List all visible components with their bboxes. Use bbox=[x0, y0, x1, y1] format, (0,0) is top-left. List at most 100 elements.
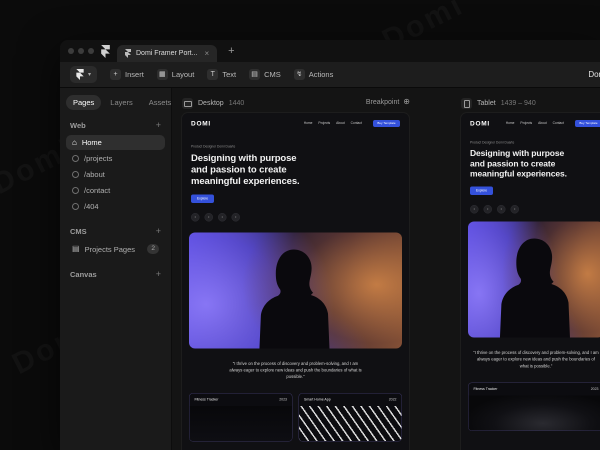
toolbar-cms-button[interactable]: ▤ CMS bbox=[249, 69, 281, 80]
hero-image bbox=[468, 221, 600, 338]
sidebar-item-projects[interactable]: /projects bbox=[66, 151, 165, 166]
nav-link-about[interactable]: About bbox=[538, 122, 547, 126]
window-minimize-button[interactable] bbox=[78, 48, 84, 54]
hero-heading: Designing with purpose and passion to cr… bbox=[191, 153, 300, 187]
social-icon[interactable]: • bbox=[470, 205, 479, 214]
browser-tab[interactable]: Domi Framer Port... × bbox=[117, 45, 218, 62]
section-canvas: Canvas + bbox=[66, 268, 165, 283]
add-collection-icon[interactable]: + bbox=[156, 227, 161, 236]
breakpoint-control[interactable]: Breakpoint ⊕ bbox=[366, 98, 410, 106]
tablet-preview-frame[interactable]: DOMI Home Projects About Contact Buy Tem… bbox=[461, 113, 600, 450]
nav-link-home[interactable]: Home bbox=[506, 122, 515, 126]
explore-button[interactable]: Explore bbox=[191, 194, 215, 203]
social-icon[interactable]: • bbox=[218, 212, 227, 222]
window-close-button[interactable] bbox=[68, 48, 74, 54]
person-silhouette bbox=[499, 238, 570, 338]
projects-row: Fitness Tracker 2023 bbox=[468, 382, 600, 431]
frame-size: 1439 – 940 bbox=[500, 100, 536, 107]
project-title: Fitness Tracker bbox=[194, 398, 219, 402]
desktop-icon bbox=[182, 98, 193, 109]
explore-button[interactable]: Explore bbox=[470, 186, 494, 196]
section-header: Canvas + bbox=[66, 268, 165, 283]
page-label: /projects bbox=[84, 154, 113, 163]
page-label: /contact bbox=[84, 186, 111, 195]
project-year: 2023 bbox=[590, 387, 599, 391]
tab-pages[interactable]: Pages bbox=[66, 95, 102, 110]
browser-tab-bar: Domi Framer Port... × + bbox=[60, 40, 600, 62]
social-icon[interactable]: • bbox=[204, 212, 213, 222]
insert-icon: + bbox=[110, 69, 122, 80]
project-title: Fitness Tracker bbox=[473, 387, 498, 391]
frame-size: 1440 bbox=[228, 100, 245, 107]
nav-link-home[interactable]: Home bbox=[304, 122, 313, 126]
section-cms: CMS + ▤ Projects Pages 2 bbox=[66, 225, 165, 257]
social-links: • • • • bbox=[191, 212, 400, 222]
project-year: 2022 bbox=[388, 398, 397, 402]
testimonial-quote: “I thrive on the process of discovery an… bbox=[473, 350, 599, 369]
page-label: /404 bbox=[84, 202, 99, 211]
sidebar-item-projects-pages[interactable]: ▤ Projects Pages 2 bbox=[66, 241, 165, 257]
count-badge: 2 bbox=[147, 244, 159, 254]
toolbar-layout-button[interactable]: ▦ Layout bbox=[156, 69, 194, 80]
social-icon[interactable]: • bbox=[191, 212, 200, 222]
close-tab-icon[interactable]: × bbox=[204, 49, 209, 58]
tablet-frame-label[interactable]: Tablet 1439 – 940 bbox=[461, 98, 536, 109]
tab-layers[interactable]: Layers bbox=[103, 95, 140, 110]
nav-link-contact[interactable]: Contact bbox=[351, 122, 362, 126]
toolbar-actions-button[interactable]: ↯ Actions bbox=[293, 69, 333, 80]
desktop-frame-label[interactable]: Desktop 1440 bbox=[182, 98, 244, 109]
buy-template-button[interactable]: Buy Template bbox=[574, 119, 600, 127]
nav-link-projects[interactable]: Projects bbox=[318, 122, 330, 126]
add-breakpoint-icon[interactable]: ⊕ bbox=[403, 98, 410, 106]
new-tab-button[interactable]: + bbox=[228, 45, 234, 57]
project-year: 2023 bbox=[279, 398, 287, 402]
section-header: Web + bbox=[66, 119, 165, 134]
hero-section: Product Designer Domi Duarte Designing w… bbox=[461, 141, 600, 214]
social-icon[interactable]: • bbox=[497, 205, 506, 214]
toolbar-text-button[interactable]: T Text bbox=[207, 69, 236, 80]
social-icon[interactable]: • bbox=[510, 205, 519, 214]
desktop-preview-frame[interactable]: DOMI Home Projects About Contact Buy Tem… bbox=[182, 113, 409, 450]
project-thumbnail bbox=[299, 406, 402, 442]
add-page-icon[interactable]: + bbox=[156, 121, 161, 130]
hero-heading: Designing with purpose and passion to cr… bbox=[470, 148, 567, 179]
cms-icon: ▤ bbox=[249, 69, 261, 80]
window-zoom-button[interactable] bbox=[88, 48, 94, 54]
text-icon: T bbox=[207, 69, 219, 80]
buy-template-button[interactable]: Buy Template bbox=[372, 119, 400, 127]
site-nav: Home Projects About Contact Buy Template bbox=[304, 119, 400, 127]
section-title: Canvas bbox=[70, 270, 97, 279]
sidebar-item-home[interactable]: ⌂ Home bbox=[66, 135, 165, 150]
sidebar-item-about[interactable]: /about bbox=[66, 167, 165, 182]
projects-row: Fitness Tracker 2023 Smart Home App 2022 bbox=[189, 393, 402, 442]
project-card-fitness-tracker[interactable]: Fitness Tracker 2023 bbox=[189, 393, 293, 442]
sidebar-item-404[interactable]: /404 bbox=[66, 199, 165, 214]
collection-icon: ▤ bbox=[72, 244, 80, 253]
canvas-area[interactable]: Desktop 1440 Breakpoint ⊕ Tablet 1439 – … bbox=[172, 88, 600, 450]
toolbar-label: Insert bbox=[125, 70, 144, 79]
nav-link-about[interactable]: About bbox=[336, 122, 345, 126]
add-canvas-icon[interactable]: + bbox=[156, 270, 161, 279]
social-icon[interactable]: • bbox=[231, 212, 240, 222]
project-card-smart-home-app[interactable]: Smart Home App 2022 bbox=[298, 393, 402, 442]
screenshot-root: Domi Domi Domi Domi Domi Domi Domi Frame… bbox=[0, 0, 600, 450]
home-icon: ⌂ bbox=[72, 137, 77, 147]
toolbar-insert-button[interactable]: + Insert bbox=[110, 69, 144, 80]
breakpoint-label: Breakpoint bbox=[365, 98, 400, 106]
nav-link-projects[interactable]: Projects bbox=[520, 122, 532, 126]
hero-kicker: Product Designer Domi Duarte bbox=[470, 141, 515, 145]
project-card-fitness-tracker[interactable]: Fitness Tracker 2023 bbox=[468, 382, 600, 431]
framer-logo-icon bbox=[101, 44, 110, 58]
framer-menu-button[interactable]: ▾ bbox=[70, 66, 98, 83]
framer-logo-icon bbox=[76, 69, 84, 80]
page-icon bbox=[72, 155, 79, 162]
site-tablet: DOMI Home Projects About Contact Buy Tem… bbox=[461, 113, 600, 431]
hero-image bbox=[189, 232, 402, 349]
hero-kicker: Product Designer Domi Duarte bbox=[191, 145, 236, 149]
section-title: CMS bbox=[70, 227, 87, 236]
social-icon[interactable]: • bbox=[483, 205, 492, 214]
hero-section: Product Designer Domi Duarte Designing w… bbox=[182, 145, 409, 222]
nav-link-contact[interactable]: Contact bbox=[553, 122, 564, 126]
page-icon bbox=[72, 171, 79, 178]
sidebar-item-contact[interactable]: /contact bbox=[66, 183, 165, 198]
